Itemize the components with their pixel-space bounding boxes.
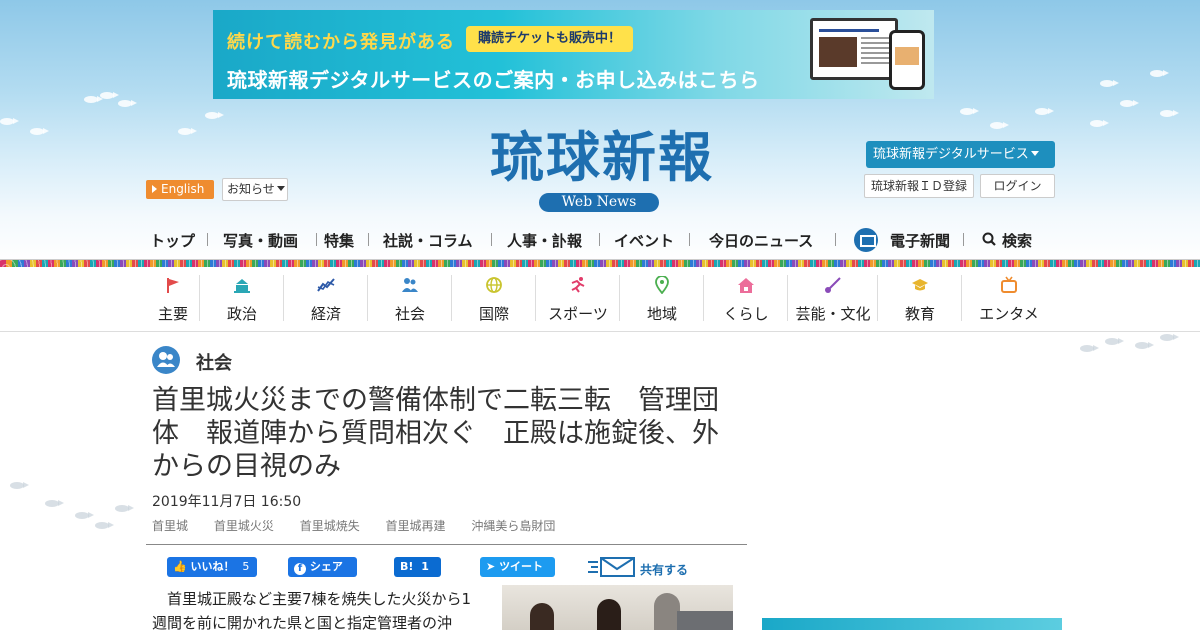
nav-events[interactable]: イベント bbox=[614, 230, 674, 251]
category-shuyo[interactable]: 主要 bbox=[146, 270, 200, 328]
digital-service-label: 琉球新報デジタルサービス bbox=[873, 147, 1029, 162]
category-label: エンタメ bbox=[979, 305, 1039, 323]
nav-todays-news[interactable]: 今日のニュース bbox=[709, 230, 813, 251]
facebook-icon: f bbox=[294, 563, 306, 575]
people-icon bbox=[152, 346, 180, 374]
english-button[interactable]: English bbox=[146, 180, 214, 199]
caret-down-icon bbox=[276, 186, 285, 191]
sanshin-icon bbox=[825, 277, 841, 293]
hatena-bookmark-button[interactable]: B! 1 bbox=[394, 557, 441, 577]
nav-search[interactable]: 検索 bbox=[1002, 230, 1032, 251]
article-section-label[interactable]: 社会 bbox=[196, 349, 232, 375]
nav-photo-video[interactable]: 写真・動画 bbox=[223, 230, 298, 251]
play-triangle-icon bbox=[152, 185, 157, 193]
article-headline: 首里城火災までの警備体制で二転三転 管理団体 報道陣から質問相次ぐ 正殿は施錠後… bbox=[152, 385, 719, 482]
category-sports[interactable]: スポーツ bbox=[536, 270, 620, 328]
article-body-text: 首里城正殿など主要7棟を焼失した火災から1週間を前に開かれた県と国と指定管理者の… bbox=[152, 590, 472, 630]
people-icon bbox=[402, 278, 418, 292]
twitter-bird-icon: ➤ bbox=[486, 560, 496, 573]
category-label: 経済 bbox=[310, 305, 341, 323]
banner-monitor-illustration bbox=[810, 18, 898, 80]
digital-service-banner-ad[interactable]: 続けて読むから発見がある 購読チケットも販売中！ 琉球新報デジタルサービスのご案… bbox=[213, 10, 934, 99]
category-label: 社会 bbox=[394, 305, 425, 323]
tag-link[interactable]: 首里城再建 bbox=[386, 519, 446, 533]
facebook-like-button[interactable]: 👍 いいね！ 5 bbox=[167, 557, 257, 577]
share-menu-label[interactable]: 共有する bbox=[640, 561, 688, 578]
globe-icon bbox=[486, 277, 502, 293]
banner-ticket-pill: 購読チケットも販売中！ bbox=[466, 26, 634, 52]
category-label: 芸能・文化 bbox=[795, 305, 871, 323]
decorative-pattern-band bbox=[0, 259, 1200, 268]
hatena-count: 1 bbox=[421, 560, 429, 573]
banner-headline: 続けて読むから発見がある bbox=[227, 32, 455, 53]
login-button[interactable]: ログイン bbox=[980, 174, 1055, 198]
share-label: シェア bbox=[309, 560, 343, 573]
banner-phone-illustration bbox=[889, 30, 925, 90]
category-nav-divider bbox=[0, 331, 1200, 332]
sidebar-banner-ad[interactable] bbox=[762, 618, 1062, 630]
like-label: いいね！ bbox=[190, 560, 235, 573]
notice-label: お知らせ bbox=[227, 182, 275, 196]
tv-icon bbox=[1001, 276, 1017, 293]
chart-line-icon bbox=[317, 278, 335, 292]
search-icon[interactable] bbox=[982, 232, 996, 246]
category-navigation: 主要 政治 経済 社会 国際 スポーツ 地域 くらし 芸能・文化 教育 エンタメ bbox=[146, 270, 1056, 328]
tweet-button[interactable]: ➤ ツイート bbox=[480, 557, 555, 577]
nav-personnel[interactable]: 人事・訃報 bbox=[507, 230, 582, 251]
site-logo[interactable]: 琉球新報 bbox=[452, 127, 752, 187]
category-label: 主要 bbox=[157, 305, 188, 323]
thumbs-up-icon: 👍 bbox=[173, 560, 187, 573]
category-kyoiku[interactable]: 教育 bbox=[878, 270, 962, 328]
capitol-icon bbox=[234, 279, 250, 293]
flag-icon bbox=[167, 278, 179, 293]
category-label: 国際 bbox=[478, 305, 509, 323]
article-photo[interactable] bbox=[502, 585, 733, 630]
banner-subline: 琉球新報デジタルサービスのご案内・お申し込みはこちら bbox=[227, 68, 760, 92]
article-divider bbox=[146, 544, 747, 545]
nav-top[interactable]: トップ bbox=[150, 230, 195, 251]
nav-features[interactable]: 特集 bbox=[324, 230, 354, 251]
runner-icon bbox=[571, 277, 585, 293]
hatena-label: B! bbox=[400, 560, 414, 573]
tag-link[interactable]: 沖縄美ら島財団 bbox=[471, 519, 555, 533]
tweet-label: ツイート bbox=[499, 560, 544, 573]
category-label: 教育 bbox=[904, 305, 935, 323]
like-count: 5 bbox=[242, 560, 250, 573]
house-icon bbox=[738, 278, 754, 293]
tag-link[interactable]: 首里城火災 bbox=[214, 519, 274, 533]
tag-link[interactable]: 首里城 bbox=[152, 519, 188, 533]
main-navigation: トップ 写真・動画 特集 社説・コラム 人事・訃報 イベント 今日のニュース 電… bbox=[146, 226, 1056, 254]
category-chiiki[interactable]: 地域 bbox=[620, 270, 704, 328]
share-envelope-icon[interactable] bbox=[588, 556, 636, 578]
caret-down-icon bbox=[1030, 151, 1039, 156]
category-seiji[interactable]: 政治 bbox=[200, 270, 284, 328]
category-kurashi[interactable]: くらし bbox=[704, 270, 788, 328]
category-label: 地域 bbox=[646, 305, 677, 323]
category-label: 政治 bbox=[226, 305, 257, 323]
category-entame[interactable]: エンタメ bbox=[962, 270, 1056, 328]
site-logo-subtitle: Web News bbox=[539, 193, 659, 212]
article-tags: 首里城 首里城火災 首里城焼失 首里城再建 沖縄美ら島財団 bbox=[152, 517, 577, 534]
nav-electronic-newspaper[interactable]: 電子新聞 bbox=[890, 230, 950, 251]
map-pin-icon bbox=[655, 276, 669, 294]
category-label: くらし bbox=[723, 305, 769, 323]
category-label: スポーツ bbox=[548, 305, 608, 323]
category-geino-bunka[interactable]: 芸能・文化 bbox=[788, 270, 878, 328]
nav-editorials[interactable]: 社説・コラム bbox=[383, 230, 473, 251]
english-label: English bbox=[161, 182, 205, 196]
category-shakai[interactable]: 社会 bbox=[368, 270, 452, 328]
category-keizai[interactable]: 経済 bbox=[284, 270, 368, 328]
notice-dropdown[interactable]: お知らせ bbox=[222, 178, 288, 201]
id-register-button[interactable]: 琉球新報ＩＤ登録 bbox=[864, 174, 974, 198]
electronic-newspaper-icon[interactable] bbox=[854, 228, 878, 252]
facebook-share-button[interactable]: f シェア bbox=[288, 557, 357, 577]
tag-link[interactable]: 首里城焼失 bbox=[300, 519, 360, 533]
category-kokusai[interactable]: 国際 bbox=[452, 270, 536, 328]
digital-service-dropdown[interactable]: 琉球新報デジタルサービス bbox=[866, 141, 1055, 168]
article-datetime: 2019年11月7日 16:50 bbox=[152, 494, 302, 510]
graduation-cap-icon bbox=[912, 279, 928, 291]
